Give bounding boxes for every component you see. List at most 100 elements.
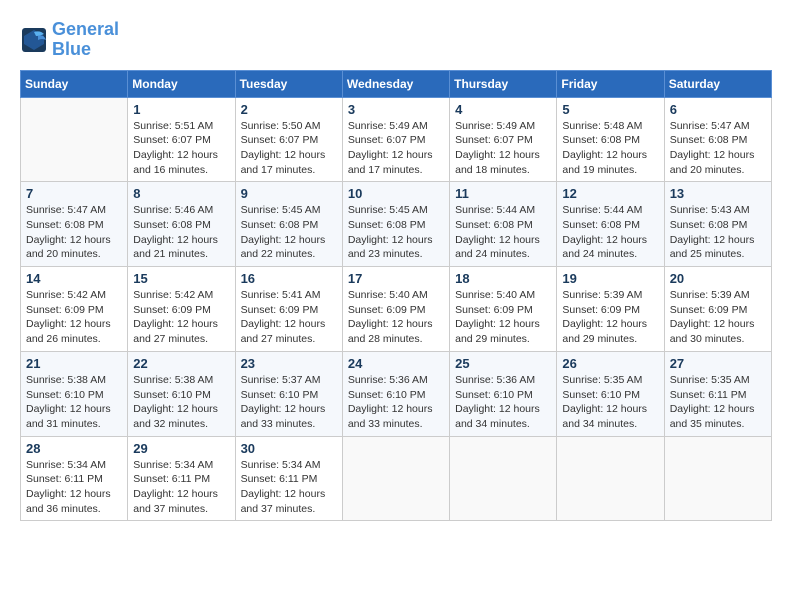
day-number: 10 xyxy=(348,186,444,201)
day-info: Sunrise: 5:35 AM Sunset: 6:11 PM Dayligh… xyxy=(670,373,766,432)
day-info: Sunrise: 5:43 AM Sunset: 6:08 PM Dayligh… xyxy=(670,203,766,262)
day-number: 5 xyxy=(562,102,658,117)
day-number: 13 xyxy=(670,186,766,201)
calendar-cell: 8 Sunrise: 5:46 AM Sunset: 6:08 PM Daylig… xyxy=(128,182,235,267)
day-info: Sunrise: 5:34 AM Sunset: 6:11 PM Dayligh… xyxy=(133,458,229,517)
calendar-cell: 10 Sunrise: 5:45 AM Sunset: 6:08 PM Dayli… xyxy=(342,182,449,267)
calendar-cell xyxy=(21,97,128,182)
calendar-cell: 15Sunrise: 5:42 AM Sunset: 6:09 PM Dayli… xyxy=(128,267,235,352)
day-info: Sunrise: 5:35 AM Sunset: 6:10 PM Dayligh… xyxy=(562,373,658,432)
day-info: Sunrise: 5:49 AM Sunset: 6:07 PM Dayligh… xyxy=(455,119,551,178)
day-number: 8 xyxy=(133,186,229,201)
calendar-cell: 4 Sunrise: 5:49 AM Sunset: 6:07 PM Daylig… xyxy=(450,97,557,182)
day-info: Sunrise: 5:44 AM Sunset: 6:08 PM Dayligh… xyxy=(562,203,658,262)
day-number: 28 xyxy=(26,441,122,456)
weekday-header-tuesday: Tuesday xyxy=(235,70,342,97)
calendar-cell: 25 Sunrise: 5:36 AM Sunset: 6:10 PM Dayli… xyxy=(450,351,557,436)
day-info: Sunrise: 5:47 AM Sunset: 6:08 PM Dayligh… xyxy=(670,119,766,178)
day-info: Sunrise: 5:48 AM Sunset: 6:08 PM Dayligh… xyxy=(562,119,658,178)
day-number: 11 xyxy=(455,186,551,201)
day-info: Sunrise: 5:39 AM Sunset: 6:09 PM Dayligh… xyxy=(670,288,766,347)
day-number: 27 xyxy=(670,356,766,371)
calendar-cell: 30 Sunrise: 5:34 AM Sunset: 6:11 PM Dayli… xyxy=(235,436,342,521)
calendar-cell: 18 Sunrise: 5:40 AM Sunset: 6:09 PM Dayli… xyxy=(450,267,557,352)
day-info: Sunrise: 5:34 AM Sunset: 6:11 PM Dayligh… xyxy=(26,458,122,517)
day-info: Sunrise: 5:51 AM Sunset: 6:07 PM Dayligh… xyxy=(133,119,229,178)
day-info: Sunrise: 5:34 AM Sunset: 6:11 PM Dayligh… xyxy=(241,458,337,517)
calendar-cell: 2 Sunrise: 5:50 AM Sunset: 6:07 PM Daylig… xyxy=(235,97,342,182)
calendar-cell xyxy=(664,436,771,521)
day-number: 2 xyxy=(241,102,337,117)
day-number: 23 xyxy=(241,356,337,371)
calendar-cell: 13 Sunrise: 5:43 AM Sunset: 6:08 PM Dayli… xyxy=(664,182,771,267)
calendar-cell: 20 Sunrise: 5:39 AM Sunset: 6:09 PM Dayli… xyxy=(664,267,771,352)
day-info: Sunrise: 5:42 AM Sunset: 6:09 PM Dayligh… xyxy=(26,288,122,347)
calendar-cell: 17 Sunrise: 5:40 AM Sunset: 6:09 PM Dayli… xyxy=(342,267,449,352)
day-number: 6 xyxy=(670,102,766,117)
calendar-cell: 23 Sunrise: 5:37 AM Sunset: 6:10 PM Dayli… xyxy=(235,351,342,436)
calendar-cell: 6 Sunrise: 5:47 AM Sunset: 6:08 PM Daylig… xyxy=(664,97,771,182)
day-number: 9 xyxy=(241,186,337,201)
logo: General Blue xyxy=(20,20,119,60)
calendar-cell: 3 Sunrise: 5:49 AM Sunset: 6:07 PM Daylig… xyxy=(342,97,449,182)
calendar-cell: 1 Sunrise: 5:51 AM Sunset: 6:07 PM Daylig… xyxy=(128,97,235,182)
day-number: 20 xyxy=(670,271,766,286)
day-number: 12 xyxy=(562,186,658,201)
calendar-cell xyxy=(450,436,557,521)
calendar-cell: 11 Sunrise: 5:44 AM Sunset: 6:08 PM Dayli… xyxy=(450,182,557,267)
calendar-cell: 7 Sunrise: 5:47 AM Sunset: 6:08 PM Daylig… xyxy=(21,182,128,267)
weekday-header-sunday: Sunday xyxy=(21,70,128,97)
day-info: Sunrise: 5:44 AM Sunset: 6:08 PM Dayligh… xyxy=(455,203,551,262)
day-info: Sunrise: 5:36 AM Sunset: 6:10 PM Dayligh… xyxy=(455,373,551,432)
day-info: Sunrise: 5:42 AM Sunset: 6:09 PM Dayligh… xyxy=(133,288,229,347)
weekday-header-wednesday: Wednesday xyxy=(342,70,449,97)
day-number: 25 xyxy=(455,356,551,371)
day-info: Sunrise: 5:37 AM Sunset: 6:10 PM Dayligh… xyxy=(241,373,337,432)
day-number: 21 xyxy=(26,356,122,371)
calendar-cell: 28 Sunrise: 5:34 AM Sunset: 6:11 PM Dayli… xyxy=(21,436,128,521)
calendar-cell: 26 Sunrise: 5:35 AM Sunset: 6:10 PM Dayli… xyxy=(557,351,664,436)
day-info: Sunrise: 5:45 AM Sunset: 6:08 PM Dayligh… xyxy=(348,203,444,262)
day-number: 1 xyxy=(133,102,229,117)
weekday-header-monday: Monday xyxy=(128,70,235,97)
calendar-cell: 14Sunrise: 5:42 AM Sunset: 6:09 PM Dayli… xyxy=(21,267,128,352)
day-number: 26 xyxy=(562,356,658,371)
day-number: 3 xyxy=(348,102,444,117)
weekday-header-saturday: Saturday xyxy=(664,70,771,97)
day-number: 22 xyxy=(133,356,229,371)
day-number: 18 xyxy=(455,271,551,286)
day-number: 19 xyxy=(562,271,658,286)
day-info: Sunrise: 5:36 AM Sunset: 6:10 PM Dayligh… xyxy=(348,373,444,432)
calendar-cell: 19 Sunrise: 5:39 AM Sunset: 6:09 PM Dayli… xyxy=(557,267,664,352)
calendar-table: SundayMondayTuesdayWednesdayThursdayFrid… xyxy=(20,70,772,522)
day-info: Sunrise: 5:40 AM Sunset: 6:09 PM Dayligh… xyxy=(455,288,551,347)
day-number: 30 xyxy=(241,441,337,456)
day-info: Sunrise: 5:41 AM Sunset: 6:09 PM Dayligh… xyxy=(241,288,337,347)
day-info: Sunrise: 5:39 AM Sunset: 6:09 PM Dayligh… xyxy=(562,288,658,347)
calendar-cell: 9 Sunrise: 5:45 AM Sunset: 6:08 PM Daylig… xyxy=(235,182,342,267)
day-number: 4 xyxy=(455,102,551,117)
day-number: 17 xyxy=(348,271,444,286)
calendar-cell: 24Sunrise: 5:36 AM Sunset: 6:10 PM Dayli… xyxy=(342,351,449,436)
day-info: Sunrise: 5:38 AM Sunset: 6:10 PM Dayligh… xyxy=(133,373,229,432)
calendar-cell: 22 Sunrise: 5:38 AM Sunset: 6:10 PM Dayli… xyxy=(128,351,235,436)
day-info: Sunrise: 5:38 AM Sunset: 6:10 PM Dayligh… xyxy=(26,373,122,432)
day-number: 29 xyxy=(133,441,229,456)
calendar-cell xyxy=(557,436,664,521)
day-info: Sunrise: 5:40 AM Sunset: 6:09 PM Dayligh… xyxy=(348,288,444,347)
calendar-cell: 5 Sunrise: 5:48 AM Sunset: 6:08 PM Daylig… xyxy=(557,97,664,182)
day-info: Sunrise: 5:50 AM Sunset: 6:07 PM Dayligh… xyxy=(241,119,337,178)
calendar-cell: 27 Sunrise: 5:35 AM Sunset: 6:11 PM Dayli… xyxy=(664,351,771,436)
weekday-header-friday: Friday xyxy=(557,70,664,97)
day-number: 7 xyxy=(26,186,122,201)
day-info: Sunrise: 5:49 AM Sunset: 6:07 PM Dayligh… xyxy=(348,119,444,178)
day-info: Sunrise: 5:46 AM Sunset: 6:08 PM Dayligh… xyxy=(133,203,229,262)
calendar-cell xyxy=(342,436,449,521)
calendar-cell: 12 Sunrise: 5:44 AM Sunset: 6:08 PM Dayli… xyxy=(557,182,664,267)
day-number: 16 xyxy=(241,271,337,286)
weekday-header-thursday: Thursday xyxy=(450,70,557,97)
day-info: Sunrise: 5:45 AM Sunset: 6:08 PM Dayligh… xyxy=(241,203,337,262)
calendar-cell: 29 Sunrise: 5:34 AM Sunset: 6:11 PM Dayli… xyxy=(128,436,235,521)
calendar-cell: 16 Sunrise: 5:41 AM Sunset: 6:09 PM Dayli… xyxy=(235,267,342,352)
day-info: Sunrise: 5:47 AM Sunset: 6:08 PM Dayligh… xyxy=(26,203,122,262)
